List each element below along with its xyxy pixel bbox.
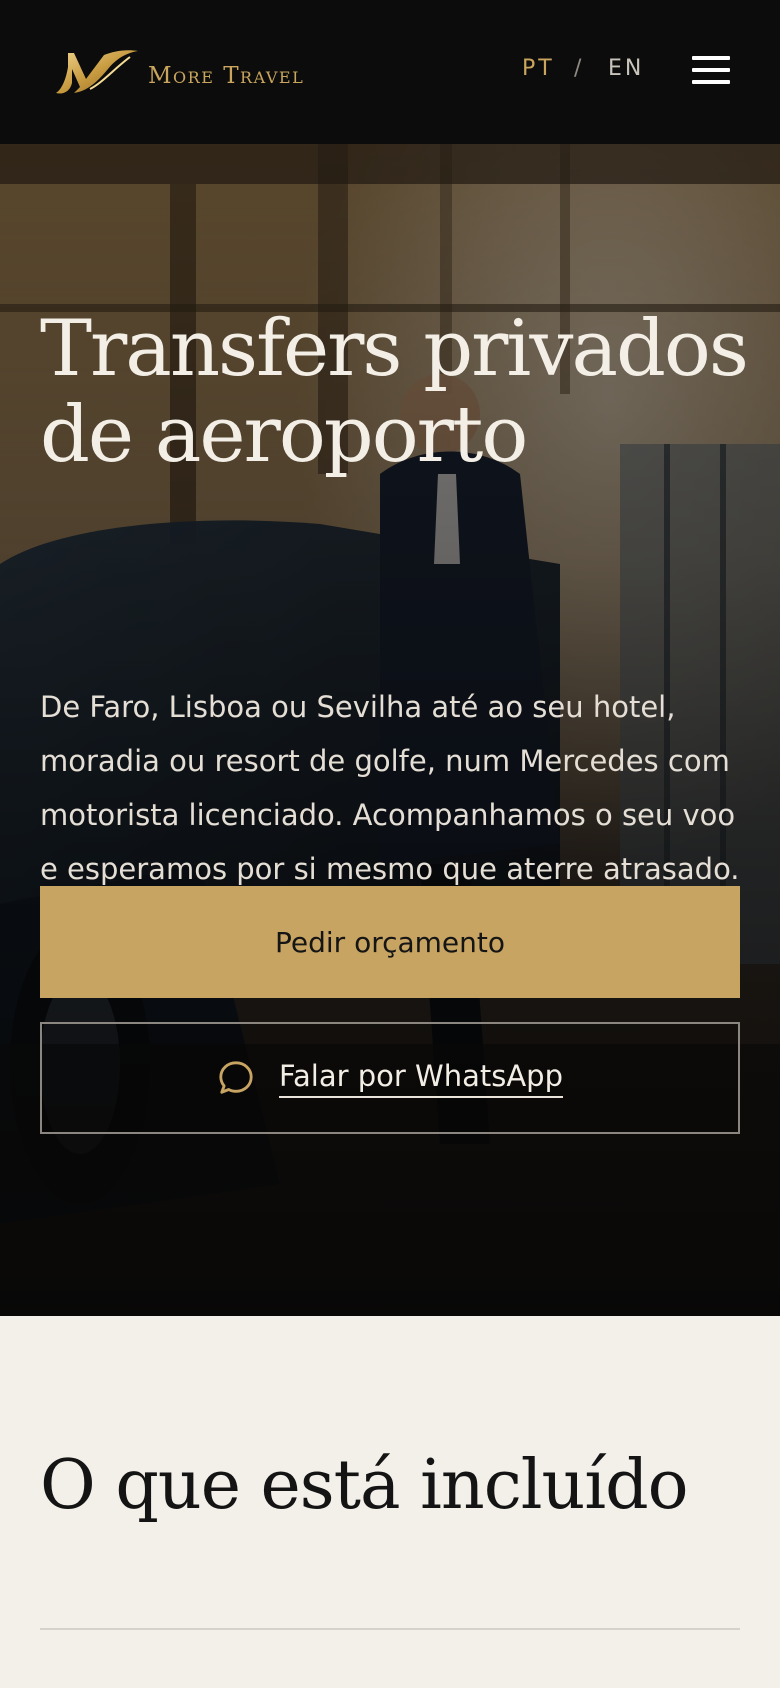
language-separator: / <box>574 56 582 81</box>
language-pt-link[interactable]: PT <box>522 56 555 81</box>
brand-name: More Travel <box>148 63 305 89</box>
menu-bar <box>692 80 730 84</box>
section-divider <box>40 1628 740 1630</box>
language-en-link[interactable]: EN <box>608 56 644 81</box>
mt-monogram-logo-icon <box>56 50 138 94</box>
request-quote-label: Pedir orçamento <box>274 925 505 959</box>
hero-section: Transfers privados de aeroporto De Faro,… <box>0 144 780 1316</box>
hero-title: Transfers privados de aeroporto <box>40 304 749 480</box>
menu-bar <box>692 56 730 60</box>
request-quote-button[interactable]: Pedir orçamento <box>40 886 740 998</box>
whatsapp-label: Falar por WhatsApp <box>278 1059 563 1098</box>
menu-bar <box>692 68 730 72</box>
hero-description: De Faro, Lisboa ou Sevilha até ao seu ho… <box>40 690 740 886</box>
hamburger-menu-icon[interactable] <box>692 54 730 86</box>
included-section-title: O que está incluído <box>40 1446 689 1525</box>
brand-logo[interactable]: More Travel <box>54 48 304 96</box>
site-header: More Travel PT / EN <box>0 0 780 144</box>
chat-bubble-icon <box>219 1061 253 1094</box>
whatsapp-button[interactable]: Falar por WhatsApp <box>40 1022 740 1134</box>
